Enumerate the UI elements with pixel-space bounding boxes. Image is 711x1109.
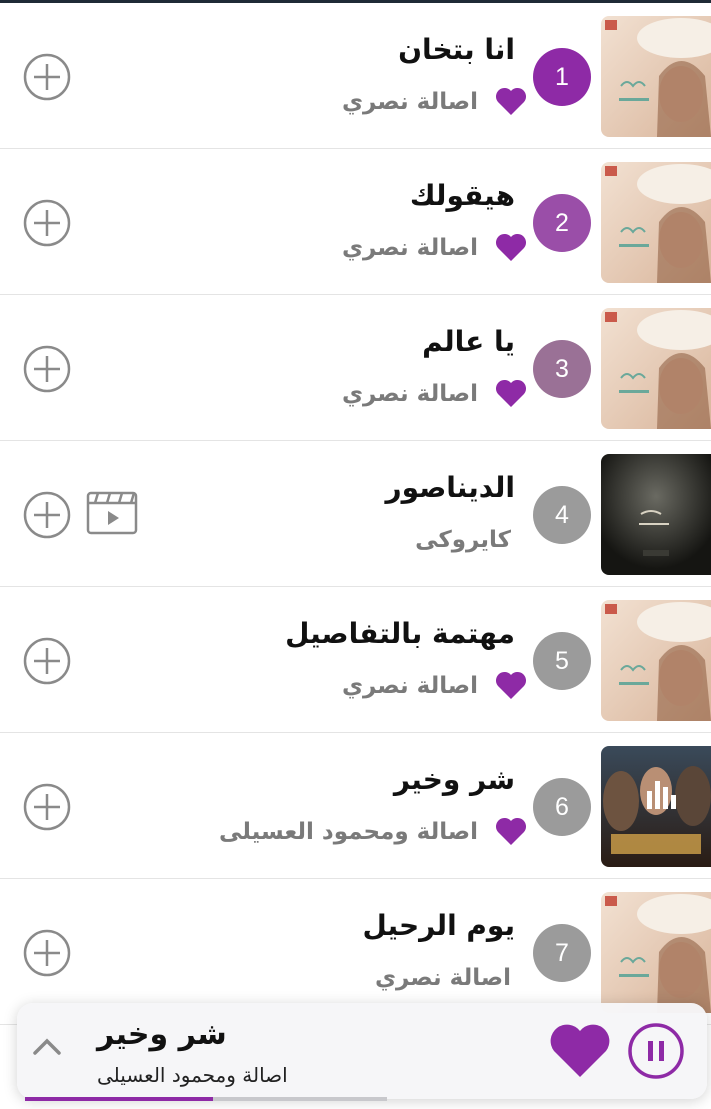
video-clip-icon[interactable] <box>86 491 138 535</box>
song-row[interactable]: 1 انا بتخان اصالة نصري <box>0 3 711 149</box>
song-title: الديناصور <box>385 471 515 504</box>
chevron-up-icon[interactable] <box>30 1031 64 1061</box>
album-art <box>601 16 711 137</box>
song-row[interactable]: 2 هيقولك اصالة نصري <box>0 149 711 295</box>
album-art <box>601 892 711 1013</box>
song-title: شر وخير <box>393 763 515 796</box>
heart-icon[interactable] <box>495 86 527 116</box>
now-playing-title: شر وخير <box>97 1017 227 1052</box>
rank-badge: 3 <box>533 340 591 398</box>
song-artist: اصالة نصري <box>374 965 511 991</box>
song-title: يوم الرحيل <box>362 909 515 942</box>
heart-icon[interactable] <box>549 1023 611 1079</box>
song-artist: اصالة نصري <box>341 381 478 407</box>
song-list: 1 انا بتخان اصالة نصري 2 هيقولك اصالة نص… <box>0 3 711 1025</box>
song-artist: اصالة نصري <box>341 89 478 115</box>
plus-circle-icon[interactable] <box>23 53 71 101</box>
rank-badge: 2 <box>533 194 591 252</box>
pause-icon[interactable] <box>627 1022 685 1080</box>
heart-icon[interactable] <box>495 816 527 846</box>
equalizer-icon <box>647 781 676 809</box>
plus-circle-icon[interactable] <box>23 491 71 539</box>
rank-badge: 6 <box>533 778 591 836</box>
playback-progress-fill <box>25 1097 214 1101</box>
playback-progress[interactable] <box>25 1097 387 1101</box>
heart-icon[interactable] <box>495 670 527 700</box>
plus-circle-icon[interactable] <box>23 199 71 247</box>
plus-circle-icon[interactable] <box>23 345 71 393</box>
plus-circle-icon[interactable] <box>23 929 71 977</box>
rank-badge: 4 <box>533 486 591 544</box>
album-art <box>601 454 711 575</box>
song-row[interactable]: 3 يا عالم اصالة نصري <box>0 295 711 441</box>
album-art <box>601 162 711 283</box>
song-artist: اصالة ومحمود العسيلى <box>218 819 478 845</box>
song-title: مهتمة بالتفاصيل <box>285 617 515 650</box>
album-art <box>601 600 711 721</box>
mini-player[interactable]: شر وخير اصالة ومحمود العسيلى <box>17 1003 707 1099</box>
song-title: انا بتخان <box>398 33 515 66</box>
song-row-now-playing[interactable]: 6 شر وخير اصالة ومحمود العسيلى <box>0 733 711 879</box>
song-artist: اصالة نصري <box>341 673 478 699</box>
rank-badge: 1 <box>533 48 591 106</box>
heart-icon[interactable] <box>495 232 527 262</box>
song-row[interactable]: 4 الديناصور كايروكى <box>0 441 711 587</box>
song-row[interactable]: 5 مهتمة بالتفاصيل اصالة نصري <box>0 587 711 733</box>
song-title: هيقولك <box>409 179 515 212</box>
heart-icon[interactable] <box>495 378 527 408</box>
plus-circle-icon[interactable] <box>23 783 71 831</box>
rank-badge: 7 <box>533 924 591 982</box>
plus-circle-icon[interactable] <box>23 637 71 685</box>
now-playing-artist: اصالة ومحمود العسيلى <box>97 1063 288 1087</box>
song-artist: اصالة نصري <box>341 235 478 261</box>
song-artist: كايروكى <box>415 527 511 553</box>
album-art <box>601 308 711 429</box>
rank-badge: 5 <box>533 632 591 690</box>
song-title: يا عالم <box>422 325 515 358</box>
